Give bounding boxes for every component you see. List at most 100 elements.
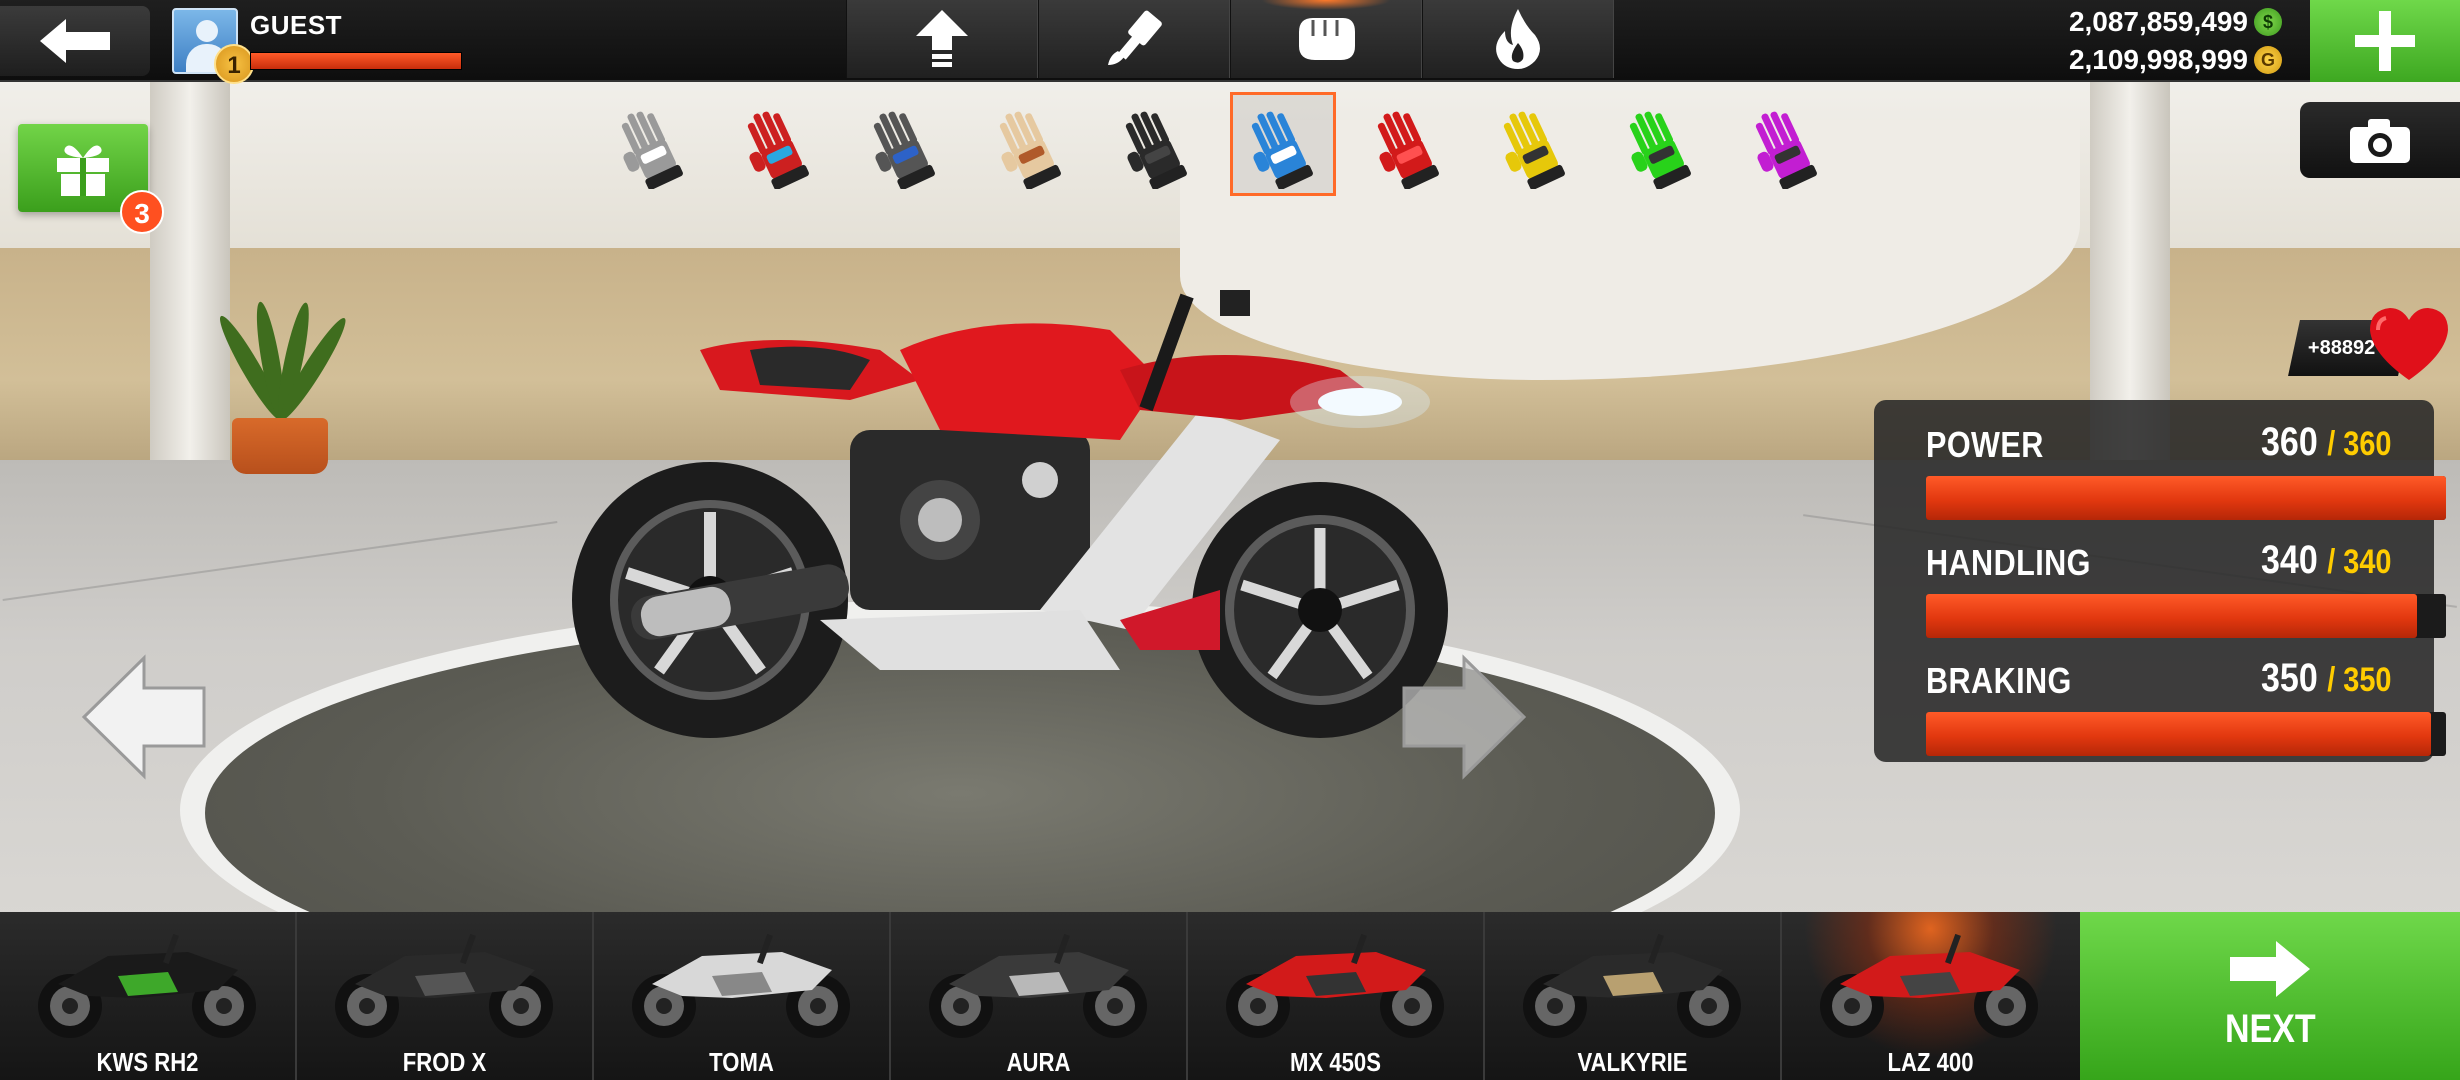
bike-list-item[interactable]: LAZ 400 <box>1782 912 2079 1080</box>
stat-handling: HANDLING 340 / 340 <box>1900 532 2446 650</box>
garage-pillar <box>150 80 230 480</box>
stat-fill <box>1926 476 2446 520</box>
stat-label: POWER <box>1926 424 2044 465</box>
stat-bar <box>1926 476 2446 520</box>
glove-option[interactable] <box>1734 92 1840 196</box>
bike-thumbnail <box>38 933 256 1038</box>
stat-label: BRAKING <box>1926 660 2072 701</box>
bike-name: KWS RH2 <box>96 1047 199 1077</box>
bike-list-item[interactable]: FROD X <box>297 912 594 1080</box>
heart-icon[interactable] <box>2368 306 2450 382</box>
glove-option[interactable] <box>1608 92 1714 196</box>
level-badge: 1 <box>214 44 254 84</box>
stat-value: 350 / 350 <box>2261 656 2392 700</box>
arrow-right-icon <box>2230 940 2310 997</box>
previous-bike-button[interactable] <box>80 652 210 782</box>
player-name: GUEST <box>250 10 343 40</box>
glove-icon <box>1251 111 1313 189</box>
camera-button[interactable] <box>2300 102 2460 178</box>
stats-panel: POWER 360 / 360 HANDLING 340 / 340 BRAKI… <box>1874 400 2446 762</box>
next-button[interactable]: NEXT <box>2080 912 2460 1080</box>
camera-icon <box>2350 119 2410 163</box>
next-label: NEXT <box>2224 1006 2316 1051</box>
bike-name: TOMA <box>709 1047 774 1077</box>
add-currency-button[interactable] <box>2310 0 2460 82</box>
stat-fill <box>1926 594 2417 638</box>
glove-option[interactable] <box>600 92 706 196</box>
stat-power: POWER 360 / 360 <box>1900 414 2446 532</box>
bike-name: FROD X <box>402 1047 487 1077</box>
bike-name: AURA <box>1006 1047 1071 1077</box>
stat-bar <box>1926 594 2446 638</box>
tab-boost[interactable] <box>1422 0 1614 78</box>
glove-icon <box>1377 111 1439 189</box>
glove-icon <box>747 111 809 189</box>
glove-icon <box>1629 111 1691 189</box>
stat-braking: BRAKING 350 / 350 <box>1900 650 2446 768</box>
likes-count: +88892 <box>2308 336 2376 359</box>
glove-icon <box>873 111 935 189</box>
glove-icon <box>1125 111 1187 189</box>
glove-option[interactable] <box>726 92 832 196</box>
glove-option[interactable] <box>1356 92 1462 196</box>
stat-label: HANDLING <box>1926 542 2091 583</box>
gift-icon <box>57 145 109 196</box>
xp-bar <box>250 52 462 70</box>
back-arrow-icon <box>40 19 110 63</box>
motorcycle-preview[interactable] <box>520 290 1480 750</box>
gold-amount: 2,109,998,999 <box>2068 44 2248 75</box>
gold-coin-icon: G <box>2254 46 2282 74</box>
glove-icon <box>621 111 683 189</box>
glove-icon <box>999 111 1061 189</box>
arrow-left-icon <box>81 654 206 780</box>
bike-list-item[interactable]: MX 450S <box>1188 912 1485 1080</box>
plant-pot <box>232 418 328 474</box>
top-bar: 1 GUEST 2,087,859,499 $ 2,109,998,999 G <box>0 0 2460 84</box>
bike-list-item[interactable]: VALKYRIE <box>1485 912 1782 1080</box>
bike-name: MX 450S <box>1290 1047 1381 1077</box>
bike-thumbnail <box>1226 933 1444 1038</box>
paint-brush-icon <box>1108 10 1162 65</box>
stat-value: 360 / 360 <box>2261 420 2392 464</box>
glove-option[interactable] <box>1482 92 1588 196</box>
tab-gloves[interactable] <box>1230 0 1422 78</box>
bike-thumbnail <box>1820 933 2038 1038</box>
stat-fill <box>1926 712 2432 756</box>
bike-list-item[interactable]: TOMA <box>594 912 891 1080</box>
bike-name: VALKYRIE <box>1577 1047 1688 1077</box>
flame-icon <box>1496 9 1540 69</box>
glove-option[interactable] <box>978 92 1084 196</box>
bike-thumbnail <box>929 933 1147 1038</box>
plus-icon <box>2355 11 2415 71</box>
customize-tabs <box>846 0 1614 82</box>
arrow-right-icon <box>1402 654 1527 780</box>
glove-icon <box>1755 111 1817 189</box>
bike-thumbnail <box>335 933 553 1038</box>
glove-icon <box>1503 111 1565 189</box>
tab-paint[interactable] <box>1038 0 1230 78</box>
cash-balance: 2,087,859,499 $ <box>2069 6 2282 38</box>
tab-upgrade[interactable] <box>846 0 1038 78</box>
gold-balance: 2,109,998,999 G <box>2069 44 2282 76</box>
bike-thumbnail <box>632 933 850 1038</box>
glove-option[interactable] <box>852 92 958 196</box>
stat-value: 340 / 340 <box>2261 538 2392 582</box>
avatar-head <box>196 20 218 42</box>
stat-bar <box>1926 712 2446 756</box>
bike-list: KWS RH2 FROD X TOMA AURA MX 450S VALKYRIE LAZ … <box>0 912 2080 1080</box>
cash-amount: 2,087,859,499 <box>2068 6 2248 37</box>
bike-thumbnail <box>1523 933 1741 1038</box>
bike-list-item[interactable]: KWS RH2 <box>0 912 297 1080</box>
bike-list-item[interactable]: AURA <box>891 912 1188 1080</box>
next-bike-arrow-button[interactable] <box>1398 652 1528 782</box>
glove-option[interactable] <box>1230 92 1336 196</box>
glove-option[interactable] <box>1104 92 1210 196</box>
xp-fill <box>251 53 461 69</box>
glove-selector <box>600 92 1860 196</box>
bike-name: LAZ 400 <box>1887 1047 1974 1077</box>
cash-coin-icon: $ <box>2254 8 2282 36</box>
back-button[interactable] <box>0 6 150 76</box>
upgrade-arrow-icon <box>916 10 968 67</box>
glove-icon <box>1299 18 1355 60</box>
gift-count-badge: 3 <box>120 190 164 234</box>
